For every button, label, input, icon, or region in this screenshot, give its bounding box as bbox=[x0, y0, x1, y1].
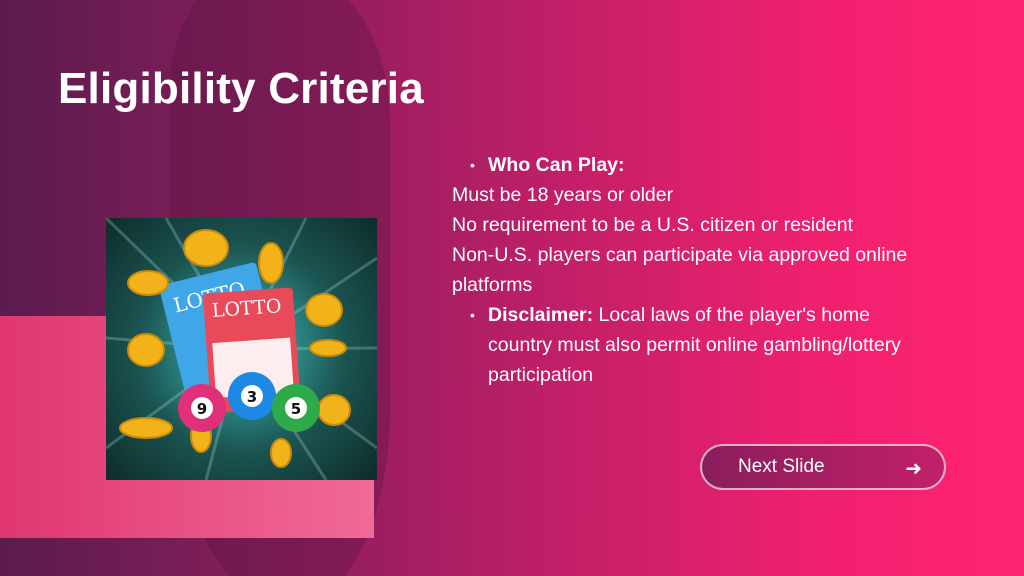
lottery-image: LOTTO LOTTO bbox=[106, 218, 377, 480]
bullet-dot-icon: • bbox=[470, 307, 475, 323]
slide-title: Eligibility Criteria bbox=[58, 64, 424, 113]
eligibility-line: Non-U.S. players can participate via app… bbox=[452, 244, 908, 266]
next-slide-label: Next Slide bbox=[738, 456, 825, 477]
eligibility-line: Must be 18 years or older bbox=[452, 184, 674, 206]
disclaimer-heading: Disclaimer: bbox=[488, 304, 594, 326]
bullet-dot-icon: • bbox=[470, 157, 475, 173]
eligibility-line: No requirement to be a U.S. citizen or r… bbox=[452, 214, 854, 236]
eligibility-line: platforms bbox=[452, 274, 533, 296]
ball-number: 5 bbox=[291, 400, 301, 418]
right-arrow-icon: ➜ bbox=[905, 458, 922, 480]
ball-number: 3 bbox=[247, 388, 257, 406]
lottery-illustration: LOTTO LOTTO bbox=[106, 218, 377, 480]
next-slide-button[interactable]: Next Slide ➜ bbox=[700, 444, 946, 490]
eligibility-content: • Who Can Play: Must be 18 years or olde… bbox=[452, 150, 992, 390]
slide: Eligibility Criteria LOTTO LOTTO bbox=[0, 0, 1024, 576]
disclaimer-paragraph: Disclaimer: Local laws of the player's h… bbox=[488, 300, 928, 390]
who-can-play-heading: Who Can Play: bbox=[488, 154, 625, 176]
ball-number: 9 bbox=[197, 400, 207, 418]
bullet-who-can-play: • Who Can Play: bbox=[452, 150, 992, 180]
bullet-disclaimer: • Disclaimer: Local laws of the player's… bbox=[452, 300, 992, 390]
